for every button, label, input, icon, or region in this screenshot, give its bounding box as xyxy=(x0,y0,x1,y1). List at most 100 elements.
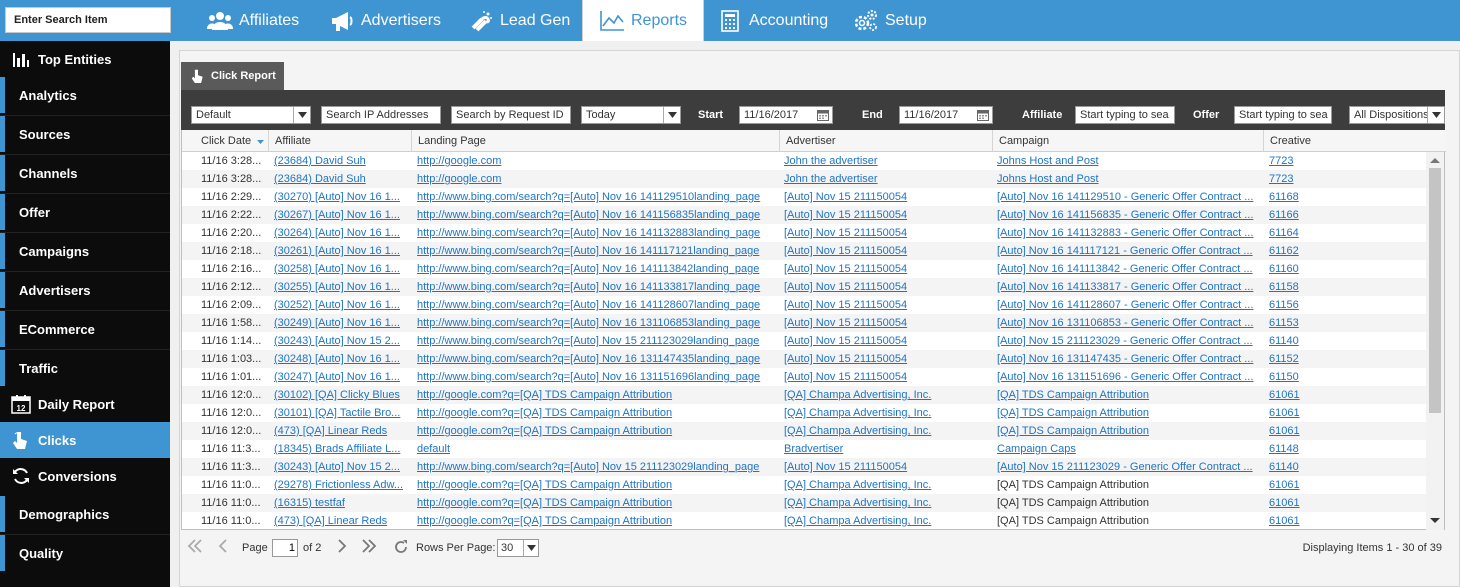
cell-creative[interactable]: 61061 xyxy=(1269,512,1369,530)
nav-tab-setup[interactable]: Setup xyxy=(853,0,927,41)
cell-campaign[interactable]: [Auto] Nov 16 141133817 - Generic Offer … xyxy=(997,278,1259,296)
cell-creative[interactable]: 61061 xyxy=(1269,422,1369,440)
sidebar-item-analytics[interactable]: Analytics xyxy=(0,77,170,113)
table-row[interactable]: 11/16 1:03... (30248) [Auto] Nov 16 1... h… xyxy=(182,350,1426,368)
cell-affiliate[interactable]: (473) [QA] Linear Reds xyxy=(274,512,409,530)
column-header-campaign[interactable]: Campaign xyxy=(992,130,1263,152)
cell-campaign[interactable]: [Auto] Nov 16 131151696 - Generic Offer … xyxy=(997,368,1259,386)
cell-advertiser[interactable]: [Auto] Nov 15 211150054 xyxy=(784,242,989,260)
end-date-input[interactable]: 11/16/2017 xyxy=(899,106,993,124)
cell-advertiser[interactable]: Bradvertiser xyxy=(784,440,989,458)
cell-landing-page[interactable]: http://www.bing.com/search?q=[Auto] Nov … xyxy=(417,278,775,296)
sidebar-item-sources[interactable]: Sources xyxy=(0,116,170,152)
sidebar-item-advertisers[interactable]: Advertisers xyxy=(0,272,170,308)
refresh-icon[interactable] xyxy=(393,539,409,555)
cell-campaign[interactable]: [Auto] Nov 15 211123029 - Generic Offer … xyxy=(997,458,1259,476)
table-row[interactable]: 11/16 1:14... (30243) [Auto] Nov 15 2... h… xyxy=(182,332,1426,350)
cell-creative[interactable]: 61150 xyxy=(1269,368,1369,386)
cell-advertiser[interactable]: [QA] Champa Advertising, Inc. xyxy=(784,422,989,440)
cell-landing-page[interactable]: http://google.com?q=[QA] TDS Campaign At… xyxy=(417,422,775,440)
cell-creative[interactable]: 7723 xyxy=(1269,152,1369,170)
sidebar-item-campaigns[interactable]: Campaigns xyxy=(0,233,170,269)
cell-campaign[interactable]: [Auto] Nov 16 141156835 - Generic Offer … xyxy=(997,206,1259,224)
cell-affiliate[interactable]: (30255) [Auto] Nov 16 1... xyxy=(274,278,409,296)
table-row[interactable]: 11/16 2:20... (30264) [Auto] Nov 16 1... h… xyxy=(182,224,1426,242)
cell-creative[interactable]: 61162 xyxy=(1269,242,1369,260)
disposition-select[interactable]: All Dispositions xyxy=(1349,106,1445,124)
table-row[interactable]: 11/16 11:0... (473) [QA] Linear Reds http:… xyxy=(182,512,1426,530)
table-row[interactable]: 11/16 11:3... (18345) Brads Affiliate L..… xyxy=(182,440,1426,458)
table-row[interactable]: 11/16 2:12... (30255) [Auto] Nov 16 1... h… xyxy=(182,278,1426,296)
cell-campaign[interactable]: Johns Host and Post xyxy=(997,170,1259,188)
cell-campaign[interactable]: [Auto] Nov 15 211123029 - Generic Offer … xyxy=(997,332,1259,350)
request-id-input[interactable]: Search by Request ID xyxy=(451,106,571,124)
cell-advertiser[interactable]: [Auto] Nov 15 211150054 xyxy=(784,278,989,296)
scrollbar-thumb[interactable] xyxy=(1429,168,1441,413)
cell-affiliate[interactable]: (30258) [Auto] Nov 16 1... xyxy=(274,260,409,278)
cell-landing-page[interactable]: http://www.bing.com/search?q=[Auto] Nov … xyxy=(417,260,775,278)
sidebar-item-daily-report[interactable]: 12 Daily Report xyxy=(0,386,170,422)
cell-creative[interactable]: 7723 xyxy=(1269,170,1369,188)
cell-affiliate[interactable]: (30267) [Auto] Nov 16 1... xyxy=(274,206,409,224)
cell-landing-page[interactable]: default xyxy=(417,440,775,458)
cell-advertiser[interactable]: [Auto] Nov 15 211150054 xyxy=(784,188,989,206)
column-header-landing-page[interactable]: Landing Page xyxy=(411,130,779,152)
table-row[interactable]: 11/16 2:22... (30267) [Auto] Nov 16 1... h… xyxy=(182,206,1426,224)
cell-campaign[interactable]: Johns Host and Post xyxy=(997,152,1259,170)
table-row[interactable]: 11/16 2:18... (30261) [Auto] Nov 16 1... h… xyxy=(182,242,1426,260)
table-row[interactable]: 11/16 2:16... (30258) [Auto] Nov 16 1... h… xyxy=(182,260,1426,278)
cell-landing-page[interactable]: http://www.bing.com/search?q=[Auto] Nov … xyxy=(417,296,775,314)
first-page-icon[interactable] xyxy=(187,539,203,553)
cell-advertiser[interactable]: [Auto] Nov 15 211150054 xyxy=(784,332,989,350)
cell-creative[interactable]: 61152 xyxy=(1269,350,1369,368)
calendar-icon[interactable] xyxy=(977,109,989,123)
cell-affiliate[interactable]: (29278) Frictionless Adw... xyxy=(274,476,409,494)
page-number-input[interactable] xyxy=(272,539,298,557)
cell-advertiser[interactable]: [Auto] Nov 15 211150054 xyxy=(784,206,989,224)
cell-advertiser[interactable]: [Auto] Nov 15 211150054 xyxy=(784,350,989,368)
table-row[interactable]: 11/16 11:0... (16315) testfaf http://googl… xyxy=(182,494,1426,512)
cell-campaign[interactable]: [Auto] Nov 16 131106853 - Generic Offer … xyxy=(997,314,1259,332)
cell-landing-page[interactable]: http://www.bing.com/search?q=[Auto] Nov … xyxy=(417,458,775,476)
cell-advertiser[interactable]: [Auto] Nov 15 211150054 xyxy=(784,314,989,332)
cell-landing-page[interactable]: http://www.bing.com/search?q=[Auto] Nov … xyxy=(417,368,775,386)
tab-click-report[interactable]: Click Report xyxy=(181,62,284,90)
cell-landing-page[interactable]: http://www.bing.com/search?q=[Auto] Nov … xyxy=(417,314,775,332)
cell-campaign[interactable]: [QA] TDS Campaign Attribution xyxy=(997,386,1259,404)
cell-creative[interactable]: 61158 xyxy=(1269,278,1369,296)
cell-creative[interactable]: 61061 xyxy=(1269,476,1369,494)
cell-creative[interactable]: 61061 xyxy=(1269,386,1369,404)
cell-affiliate[interactable]: (30249) [Auto] Nov 16 1... xyxy=(274,314,409,332)
nav-tab-lead-gen[interactable]: Lead Gen xyxy=(468,0,570,41)
cell-advertiser[interactable]: [QA] Champa Advertising, Inc. xyxy=(784,404,989,422)
cell-advertiser[interactable]: [Auto] Nov 15 211150054 xyxy=(784,296,989,314)
cell-affiliate[interactable]: (30270) [Auto] Nov 16 1... xyxy=(274,188,409,206)
cell-creative[interactable]: 61148 xyxy=(1269,440,1369,458)
cell-campaign[interactable]: [Auto] Nov 16 131147435 - Generic Offer … xyxy=(997,350,1259,368)
cell-advertiser[interactable]: [QA] Champa Advertising, Inc. xyxy=(784,494,989,512)
sidebar-item-offer[interactable]: Offer xyxy=(0,194,170,230)
cell-creative[interactable]: 61164 xyxy=(1269,224,1369,242)
cell-campaign[interactable]: [Auto] Nov 16 141113842 - Generic Offer … xyxy=(997,260,1259,278)
last-page-icon[interactable] xyxy=(361,539,377,553)
cell-affiliate[interactable]: (30247) [Auto] Nov 16 1... xyxy=(274,368,409,386)
table-row[interactable]: 11/16 12:0... (30101) [QA] Tactile Bro...… xyxy=(182,404,1426,422)
cell-affiliate[interactable]: (30101) [QA] Tactile Bro... xyxy=(274,404,409,422)
cell-creative[interactable]: 61160 xyxy=(1269,260,1369,278)
cell-campaign[interactable]: [Auto] Nov 16 141117121 - Generic Offer … xyxy=(997,242,1259,260)
table-row[interactable]: 11/16 12:0... (30102) [QA] Clicky Blues ht… xyxy=(182,386,1426,404)
cell-advertiser[interactable]: [Auto] Nov 15 211150054 xyxy=(784,458,989,476)
cell-advertiser[interactable]: John the advertiser xyxy=(784,152,989,170)
cell-creative[interactable]: 61166 xyxy=(1269,206,1369,224)
cell-affiliate[interactable]: (30243) [Auto] Nov 15 2... xyxy=(274,458,409,476)
cell-creative[interactable]: 61153 xyxy=(1269,314,1369,332)
cell-landing-page[interactable]: http://www.bing.com/search?q=[Auto] Nov … xyxy=(417,206,775,224)
column-header-creative[interactable]: Creative xyxy=(1263,130,1446,152)
next-page-icon[interactable] xyxy=(337,539,347,553)
cell-campaign[interactable]: [Auto] Nov 16 141128607 - Generic Offer … xyxy=(997,296,1259,314)
table-row[interactable]: 11/16 11:0... (29278) Frictionless Adw...… xyxy=(182,476,1426,494)
nav-tab-accounting[interactable]: Accounting xyxy=(717,0,828,41)
vertical-scrollbar[interactable] xyxy=(1426,152,1444,530)
cell-affiliate[interactable]: (30102) [QA] Clicky Blues xyxy=(274,386,409,404)
cell-landing-page[interactable]: http://google.com?q=[QA] TDS Campaign At… xyxy=(417,494,775,512)
